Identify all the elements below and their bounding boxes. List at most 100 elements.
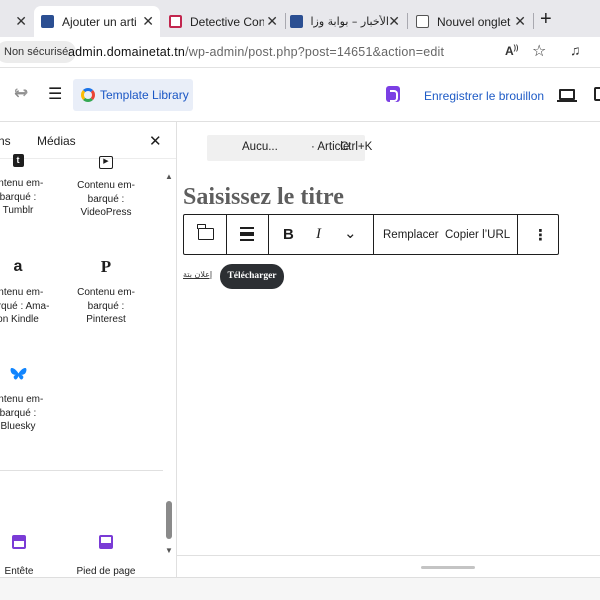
wordpress-site-favicon [290, 15, 303, 28]
tab-separator [533, 13, 534, 29]
block-embed-videopress[interactable]: ▶ Contenu em- barqué : VideoPress [66, 154, 146, 220]
media-folder-icon[interactable] [197, 224, 214, 240]
block-label-line: Contenu em- [77, 287, 135, 298]
document-overview-icon[interactable]: ☰ [48, 84, 62, 104]
template-library-button[interactable]: Template Library [73, 79, 193, 111]
footer-template-icon [99, 535, 113, 549]
command-palette-bar[interactable]: Aucu... · Article Ctrl+K [207, 135, 372, 161]
close-tab-icon[interactable]: ✕ [142, 13, 154, 30]
upload-button[interactable]: Télécharger [220, 264, 284, 289]
tab-ajouter-article[interactable]: Ajouter un article ✕ [34, 6, 160, 37]
browser-tab-strip: ✕ Ajouter un article ✕ Detective Conan ✕… [0, 0, 600, 37]
desktop-preview-icon[interactable] [557, 89, 577, 102]
tab-detective-conan[interactable]: Detective Conan ✕ [163, 6, 284, 37]
editor-canvas: Aucu... · Article Ctrl+K Saisissez le ti… [177, 122, 600, 555]
block-label-line: barqué : [0, 191, 37, 203]
tumblr-icon: t [12, 154, 24, 167]
tab-title: Nouvel onglet [437, 14, 511, 29]
url-field[interactable]: admin.domainetat.tn/wp-admin/post.php?po… [68, 45, 444, 59]
close-tab-icon[interactable]: ✕ [388, 13, 400, 30]
block-label-line: ontenu em- [0, 287, 44, 298]
amazon-icon: a [13, 258, 23, 275]
tab-title: الأخبار – بوابة وزارة [311, 15, 389, 28]
block-label-line: VideoPress [80, 207, 132, 218]
bluesky-butterfly-icon [10, 367, 26, 380]
tab-title: Ajouter un article [62, 14, 137, 29]
tab-title: Detective Conan [190, 14, 264, 29]
bluesky-icon [0, 367, 58, 385]
block-label-line: ontenu em- [0, 178, 44, 189]
read-aloud-icon[interactable]: A)) [505, 44, 518, 58]
close-icon[interactable]: ✕ [15, 13, 27, 30]
new-tab-button[interactable]: + [540, 8, 552, 31]
toolbar-separator [517, 215, 518, 254]
bold-icon[interactable]: B [283, 226, 294, 243]
block-label-line: Tumblr [2, 205, 34, 216]
block-embed-amazon-kindle[interactable]: a ontenu em- barqué : Ama- on Kindle [0, 258, 58, 327]
block-label-line: barqué : [0, 407, 37, 419]
block-label-line: Pinterest [86, 314, 126, 325]
security-indicator[interactable]: Non sécurisé [0, 41, 77, 63]
block-label-line: barqué : [87, 300, 125, 312]
header-template-icon [12, 535, 26, 549]
template-library-label: Template Library [100, 88, 189, 102]
italic-icon[interactable]: I [316, 226, 321, 243]
videopress-icon: ▶ [99, 156, 113, 169]
previous-tab-close[interactable]: ✕ [0, 6, 34, 37]
tab-nouvel-onglet[interactable]: Nouvel onglet ✕ [408, 6, 532, 37]
block-label-line: ontenu em- [0, 394, 44, 405]
plugin-icon[interactable] [386, 86, 400, 102]
chevron-down-icon[interactable]: ⌄ [344, 224, 357, 242]
editor-header: ↩ ↪ ☰ Template Library Enregistrer le br… [0, 68, 600, 122]
replace-button[interactable]: Remplacer [383, 229, 439, 241]
toolbar-separator [226, 215, 227, 254]
url-host: admin.domainetat.tn [68, 45, 186, 59]
view-post-icon[interactable] [594, 87, 600, 101]
post-title-input[interactable]: Saisissez le titre [183, 184, 344, 211]
redo-icon[interactable]: ↪ [14, 83, 28, 103]
url-path: /wp-admin/post.php?post=14651&action=edi… [185, 45, 445, 59]
block-template-header[interactable]: Entête [0, 535, 59, 579]
block-embed-tumblr[interactable]: t ontenu em- barqué : Tumblr [0, 154, 58, 218]
address-bar: Non sécurisé admin.domainetat.tn/wp-admi… [0, 37, 600, 68]
scroll-up-arrow-icon[interactable]: ▲ [165, 172, 173, 181]
section-divider [0, 470, 163, 471]
tab-medias[interactable]: Médias [37, 134, 76, 148]
browser-status-bar [0, 577, 600, 600]
favorite-star-icon[interactable]: ☆ [532, 41, 546, 61]
new-tab-favicon [416, 15, 429, 28]
block-label-line: barqué : [87, 193, 125, 205]
block-label-line: Contenu em- [77, 180, 135, 191]
block-label-line: on Kindle [0, 314, 39, 325]
toolbar-separator [268, 215, 269, 254]
close-tab-icon[interactable]: ✕ [514, 13, 526, 30]
command-bar-shortcut: Ctrl+K [340, 141, 373, 153]
command-bar-document: Aucu... [242, 141, 278, 153]
block-label-line: barqué : Ama- [0, 300, 50, 312]
editor-footer-bar [177, 555, 600, 577]
sidebar-scrollbar-thumb[interactable] [166, 501, 172, 539]
align-icon[interactable] [240, 227, 254, 241]
block-embed-pinterest[interactable]: P Contenu em- barqué : Pinterest [66, 257, 146, 327]
detective-conan-favicon [169, 15, 182, 28]
pinterest-icon: P [100, 257, 112, 276]
tab-news-portal[interactable]: الأخبار – بوابة وزارة ✕ [286, 6, 406, 37]
block-inserter-sidebar: ns Médias ✕ t ontenu em- barqué : Tumblr… [0, 122, 177, 600]
image-alt-text: إعلان بتة [183, 270, 213, 279]
media-control-icon[interactable]: ♫ [570, 42, 581, 58]
block-toolbar: B I ⌄ Remplacer Copier l’URL ⋮ [183, 214, 559, 255]
save-draft-button[interactable]: Enregistrer le brouillon [424, 89, 544, 103]
copy-url-button[interactable]: Copier l’URL [445, 229, 510, 241]
block-template-footer[interactable]: Pied de page [66, 535, 146, 579]
block-embed-bluesky[interactable]: ontenu em- barqué : Bluesky [0, 367, 58, 434]
resize-handle[interactable] [421, 566, 475, 569]
scroll-down-arrow-icon[interactable]: ▼ [165, 546, 173, 555]
toolbar-separator [373, 215, 374, 254]
more-options-icon[interactable]: ⋮ [533, 226, 548, 244]
block-label-line: Bluesky [0, 421, 36, 432]
template-library-logo-icon [81, 88, 95, 102]
close-inserter-icon[interactable]: ✕ [149, 132, 162, 150]
tab-patterns[interactable]: ns [0, 134, 11, 148]
wordpress-site-favicon [41, 15, 54, 28]
close-tab-icon[interactable]: ✕ [266, 13, 278, 30]
